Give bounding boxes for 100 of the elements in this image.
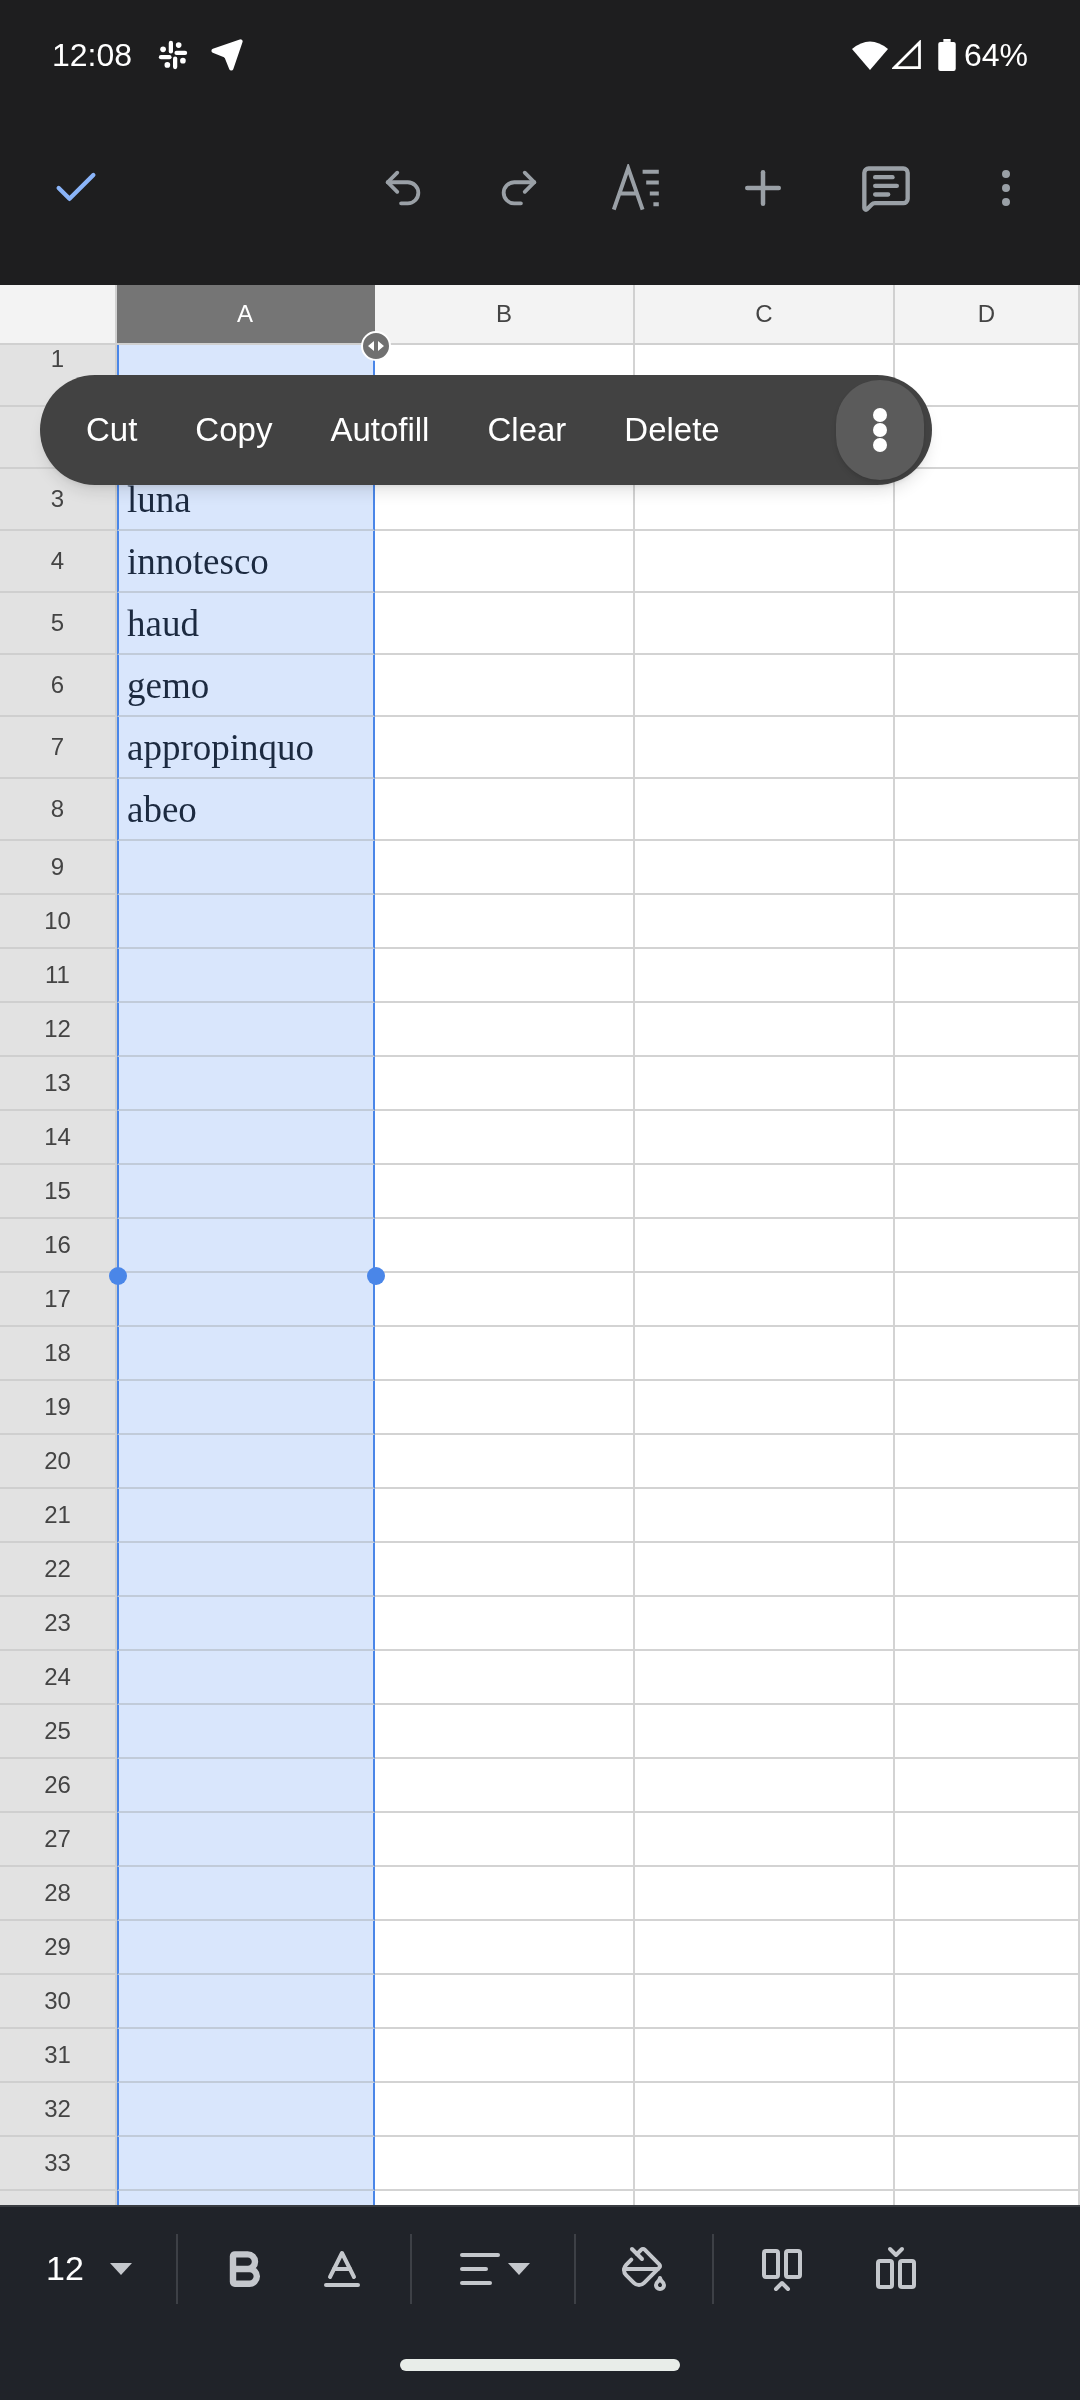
- table-cell[interactable]: [117, 1867, 375, 1921]
- table-cell[interactable]: [117, 2137, 375, 2191]
- table-cell[interactable]: [117, 1813, 375, 1867]
- row-number[interactable]: 17: [44, 1286, 71, 1312]
- row-header[interactable]: 5: [0, 593, 117, 655]
- row-header[interactable]: 13: [0, 1057, 117, 1111]
- row-header[interactable]: 24: [0, 1651, 117, 1705]
- table-cell[interactable]: [117, 1327, 375, 1381]
- row-header[interactable]: 9: [0, 841, 117, 895]
- table-cell[interactable]: [117, 1381, 375, 1435]
- table-cell[interactable]: haud: [117, 593, 375, 655]
- row-header[interactable]: 6: [0, 655, 117, 717]
- menu-item[interactable]: Clear: [487, 405, 567, 455]
- row-header[interactable]: 26: [0, 1759, 117, 1813]
- row-header[interactable]: 23: [0, 1597, 117, 1651]
- row-header[interactable]: 7: [0, 717, 117, 779]
- row-number[interactable]: 1: [50, 346, 65, 372]
- row-number[interactable]: 6: [50, 672, 65, 698]
- row-number[interactable]: 21: [44, 1502, 71, 1528]
- table-cell[interactable]: appropinquo: [117, 717, 375, 779]
- row-number[interactable]: 19: [44, 1394, 71, 1420]
- row-number[interactable]: 32: [44, 2096, 71, 2122]
- row-number[interactable]: 11: [45, 962, 70, 988]
- table-cell[interactable]: [117, 1111, 375, 1165]
- table-cell[interactable]: abeo: [117, 779, 375, 841]
- row-number[interactable]: 22: [44, 1556, 71, 1582]
- table-cell[interactable]: [117, 2083, 375, 2137]
- row-number[interactable]: 20: [44, 1448, 71, 1474]
- menu-item[interactable]: Delete: [624, 405, 720, 455]
- row-header[interactable]: 10: [0, 895, 117, 949]
- home-indicator[interactable]: [400, 2359, 680, 2371]
- table-cell[interactable]: gemo: [117, 655, 375, 717]
- menu-item[interactable]: Autofill: [330, 405, 430, 455]
- table-cell[interactable]: [117, 1219, 375, 1273]
- menu-item[interactable]: Copy: [195, 405, 273, 455]
- table-cell[interactable]: [117, 841, 375, 895]
- row-number[interactable]: 33: [44, 2150, 71, 2176]
- table-cell[interactable]: [117, 1543, 375, 1597]
- row-header[interactable]: 31: [0, 2029, 117, 2083]
- row-number[interactable]: 28: [44, 1880, 71, 1906]
- row-header[interactable]: 25: [0, 1705, 117, 1759]
- row-header[interactable]: 12: [0, 1003, 117, 1057]
- row-number[interactable]: 3: [50, 486, 65, 512]
- row-header[interactable]: 22: [0, 1543, 117, 1597]
- table-cell[interactable]: [117, 1975, 375, 2029]
- row-number[interactable]: 4: [50, 548, 65, 574]
- row-header[interactable]: 11: [0, 949, 117, 1003]
- row-number[interactable]: 10: [44, 908, 71, 934]
- row-header[interactable]: 15: [0, 1165, 117, 1219]
- row-header[interactable]: 14: [0, 1111, 117, 1165]
- table-cell[interactable]: [117, 1489, 375, 1543]
- table-cell[interactable]: [117, 1597, 375, 1651]
- row-header[interactable]: 29: [0, 1921, 117, 1975]
- row-header[interactable]: 32: [0, 2083, 117, 2137]
- table-cell[interactable]: [117, 1651, 375, 1705]
- row-header[interactable]: 17: [0, 1273, 117, 1327]
- row-header[interactable]: 18: [0, 1327, 117, 1381]
- row-number[interactable]: 23: [44, 1610, 71, 1636]
- column-header[interactable]: A: [117, 285, 375, 343]
- row-number[interactable]: 18: [44, 1340, 71, 1366]
- table-cell[interactable]: [117, 2029, 375, 2083]
- row-number[interactable]: 30: [44, 1988, 71, 2014]
- table-cell[interactable]: [117, 1705, 375, 1759]
- row-number[interactable]: 29: [44, 1934, 71, 1960]
- row-number[interactable]: 16: [44, 1232, 71, 1258]
- row-number[interactable]: 31: [44, 2042, 71, 2068]
- row-number[interactable]: 8: [50, 796, 65, 822]
- row-header[interactable]: 16: [0, 1219, 117, 1273]
- row-header[interactable]: 28: [0, 1867, 117, 1921]
- table-cell[interactable]: [117, 1921, 375, 1975]
- row-header[interactable]: 27: [0, 1813, 117, 1867]
- table-cell[interactable]: [117, 1435, 375, 1489]
- font-size-dropdown[interactable]: 12: [46, 2243, 132, 2294]
- menu-item[interactable]: Cut: [86, 405, 138, 455]
- row-number[interactable]: 15: [44, 1178, 71, 1204]
- row-number[interactable]: 5: [50, 610, 65, 636]
- row-number[interactable]: 12: [44, 1016, 71, 1042]
- table-cell[interactable]: [117, 1759, 375, 1813]
- row-header[interactable]: 33: [0, 2137, 117, 2191]
- table-cell[interactable]: [117, 1273, 375, 1327]
- row-number[interactable]: 25: [44, 1718, 71, 1744]
- row-number[interactable]: 27: [44, 1826, 71, 1852]
- row-number[interactable]: 24: [44, 1664, 71, 1690]
- row-number[interactable]: 26: [44, 1772, 71, 1798]
- row-header[interactable]: 4: [0, 531, 117, 593]
- row-header[interactable]: 21: [0, 1489, 117, 1543]
- table-cell[interactable]: innotesco: [117, 531, 375, 593]
- more-button[interactable]: [835, 380, 924, 480]
- row-number[interactable]: 7: [50, 734, 65, 760]
- row-header[interactable]: 20: [0, 1435, 117, 1489]
- table-cell[interactable]: [117, 1003, 375, 1057]
- row-header[interactable]: 8: [0, 779, 117, 841]
- row-number[interactable]: 9: [50, 854, 65, 880]
- row-number[interactable]: 14: [44, 1124, 71, 1150]
- row-number[interactable]: 13: [44, 1070, 71, 1096]
- table-cell[interactable]: [117, 1057, 375, 1111]
- row-header[interactable]: 30: [0, 1975, 117, 2029]
- table-cell[interactable]: [117, 1165, 375, 1219]
- table-cell[interactable]: [117, 949, 375, 1003]
- fill-color-icon[interactable]: [619, 2244, 668, 2293]
